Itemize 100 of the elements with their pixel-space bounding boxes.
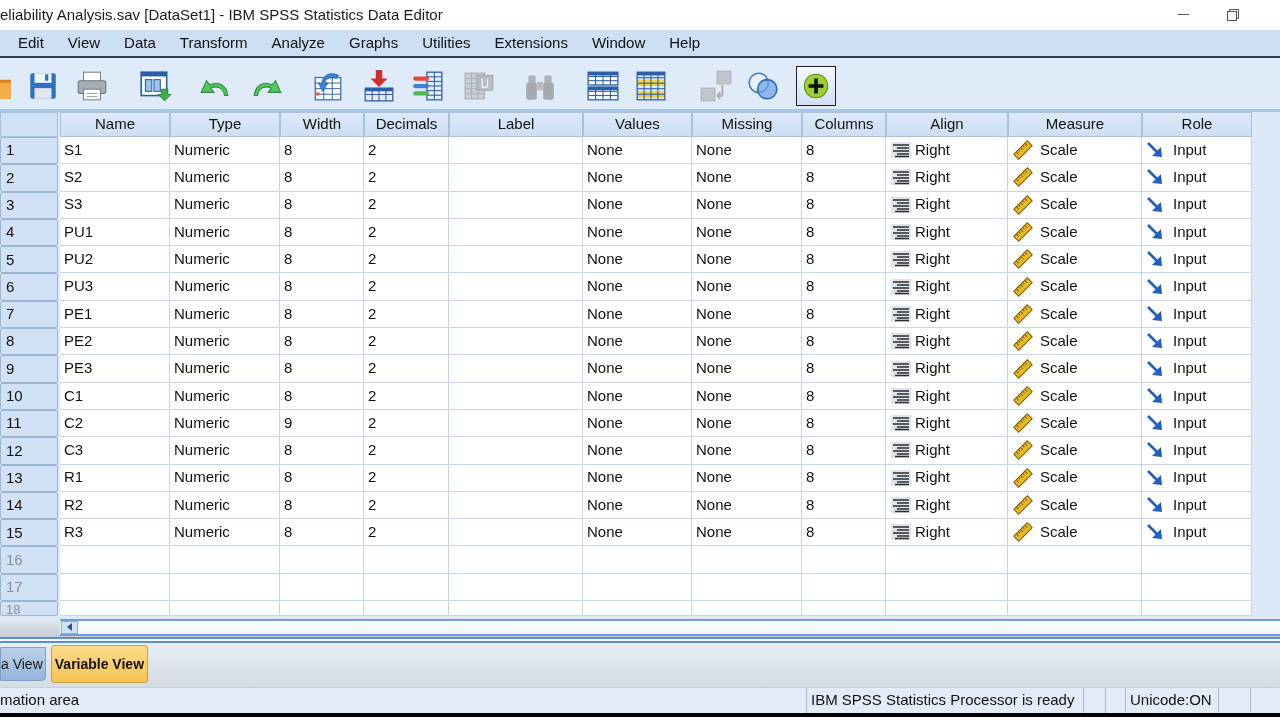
row-header[interactable]: 1 [0,137,58,165]
row-header[interactable]: 9 [0,355,58,383]
column-header[interactable]: Width [280,112,364,137]
scroll-left-button[interactable] [61,620,78,634]
table-cell: None [692,328,802,356]
table-cell: 2 [364,218,449,247]
cell-text: Right [915,167,951,188]
table-cell: None [692,137,802,165]
row-header[interactable]: 12 [0,437,58,465]
table-cell: 8 [280,164,364,192]
menu-item[interactable]: Utilities [410,33,483,53]
table-cell: 8 [280,328,364,356]
cell-text: Input [1173,167,1207,188]
column-header[interactable]: Label [449,112,583,137]
left-triangle-icon [67,623,72,631]
table-cell: 8 [280,464,364,492]
toolbar-button[interactable] [796,65,836,106]
cell-text: Input [1173,330,1207,351]
align-right-icon [891,278,911,295]
table-cell: 8 [280,519,364,547]
table-cell: 8 [802,273,886,301]
table-cell: 2 [364,164,449,192]
table-cell: None [583,491,692,520]
table-cell: Numeric [170,273,280,301]
table-cell: None [692,273,802,301]
cell-text: Scale [1040,167,1078,188]
table-cell: PE2 [60,328,170,356]
table-cell: 8 [802,300,886,329]
table-cell: None [583,519,692,547]
row-header[interactable]: 6 [0,273,58,301]
cell-text: Right [915,412,951,433]
cell-text: Scale [1040,440,1078,461]
table-cell: None [692,218,802,247]
cell-text: Scale [1040,194,1078,215]
row-header[interactable]: 15 [0,519,58,547]
corner-cell[interactable] [0,112,58,137]
row-header[interactable]: 7 [0,300,58,329]
align-right-icon [891,333,911,350]
cell-text: Scale [1040,494,1078,515]
table-cell: PE1 [60,300,170,329]
column-header[interactable]: Role [1142,112,1252,137]
table-cell: Numeric [170,409,280,438]
table-cell: None [692,191,802,219]
row-header[interactable]: 11 [0,409,58,438]
table-cell: None [583,409,692,438]
row-header[interactable]: 4 [0,218,58,247]
table-cell: None [583,164,692,192]
menu-item[interactable]: Edit [6,33,56,53]
diagonal-arrow-icon [1147,524,1163,541]
row-header[interactable]: 5 [0,246,58,274]
menu-item[interactable]: Window [579,33,658,53]
table-cell: 8 [802,491,886,520]
cell-text: Right [915,139,951,160]
row-header[interactable]: 14 [0,491,58,520]
column-header[interactable]: Type [170,112,280,137]
align-right-icon [891,169,911,186]
table-cell: 2 [364,409,449,438]
column-header[interactable]: Decimals [364,112,449,137]
diagonal-arrow-icon [1147,251,1163,268]
align-right-icon [891,360,911,377]
row-header[interactable]: 13 [0,464,58,492]
table-cell: 8 [802,464,886,492]
menu-item[interactable]: Extensions [482,33,580,53]
cell-text: Scale [1040,358,1078,379]
horizontal-scrollbar[interactable] [60,618,1280,636]
column-header[interactable]: Align [886,112,1008,137]
row-header[interactable]: 2 [0,164,58,192]
menu-item[interactable]: Analyze [259,33,337,53]
column-header[interactable]: Missing [692,112,802,137]
table-cell: C3 [60,437,170,465]
table-cell: 8 [280,382,364,410]
cell-text: Input [1173,385,1207,406]
cell-text: Right [915,440,951,461]
menu-item[interactable]: Data [112,33,168,53]
diagonal-arrow-icon [1147,196,1163,213]
column-header[interactable]: Name [60,112,170,137]
column-header[interactable]: Measure [1008,112,1142,137]
view-tab[interactable]: a View [0,647,46,681]
menu-item[interactable]: Help [657,33,713,53]
table-cell: 8 [280,191,364,219]
table-cell: 2 [364,519,449,547]
table-cell: None [692,300,802,329]
table-cell: None [583,328,692,356]
table-cell: 2 [364,491,449,520]
table-cell: 2 [364,300,449,329]
table-cell: 8 [802,191,886,219]
row-header[interactable]: 8 [0,328,58,356]
table-cell: Numeric [170,519,280,547]
table-cell: PU3 [60,273,170,301]
cell-text: Right [915,494,951,515]
table-cell: 2 [364,273,449,301]
menu-item[interactable]: Transform [167,33,260,53]
row-header[interactable]: 3 [0,191,58,219]
column-header[interactable]: Values [583,112,692,137]
menu-item[interactable]: Graphs [336,33,411,53]
menu-item[interactable]: View [55,33,113,53]
cell-text: Input [1173,467,1207,488]
column-header[interactable]: Columns [802,112,886,137]
view-tab[interactable]: Variable View [50,645,149,683]
row-header[interactable]: 10 [0,382,58,410]
